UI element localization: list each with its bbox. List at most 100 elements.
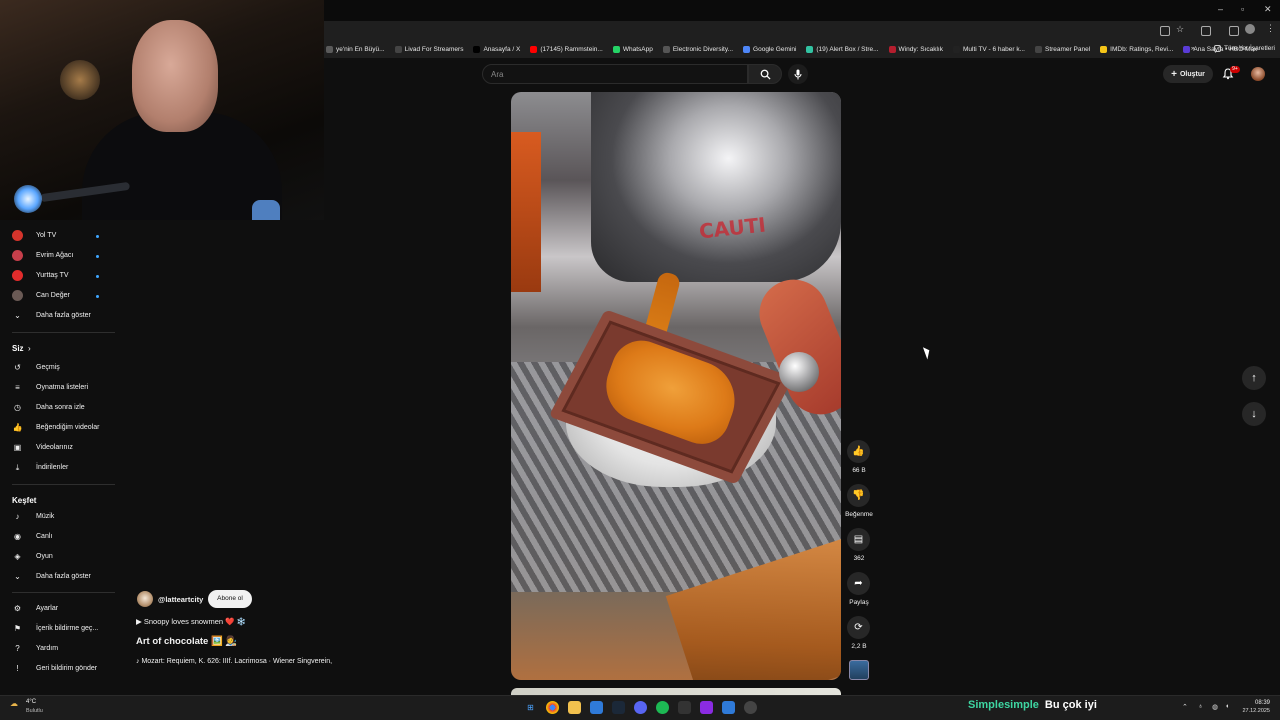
app-icon-3[interactable] [722,701,735,714]
sidebar-item[interactable]: ♪ Müzik [0,507,118,527]
sidebar-item-label: Geri bildirim gönder [36,665,98,672]
minimize-icon[interactable]: – [1218,4,1223,14]
tray-expand-icon[interactable]: ⌃ [1182,703,1188,711]
subscribe-button[interactable]: Abone ol [208,590,252,608]
bookmark-favicon-icon [1100,46,1108,53]
sidebar-item[interactable]: ≡ Oynatma listeleri [0,378,118,398]
bookmark-item[interactable]: Livad For Streamers [394,46,464,53]
bookmark-item[interactable]: (17145) Rammstein... [530,46,603,53]
close-icon[interactable]: ✕ [1264,4,1272,15]
bookmark-favicon-icon [888,46,896,53]
sidebar-item-label: İçerik bildirme geç... [36,625,99,632]
sidebar-channel[interactable]: Yol TV [0,226,118,246]
bookmark-label: Livad For Streamers [404,46,464,53]
user-avatar[interactable] [1251,67,1265,81]
channel-name[interactable]: @latteartcity [158,595,203,604]
sidebar-show-more[interactable]: ⌄ Daha fazla göster [0,567,118,587]
sidebar-item-label: Beğendiğim videolar [36,424,100,431]
bookmark-item[interactable]: (19) Alert Box / Stre... [806,46,879,53]
bookmark-label: ye'nin En Büyü... [336,46,385,53]
bookmark-item[interactable]: Streamer Panel [1034,46,1091,53]
maximize-icon[interactable]: ▫ [1241,4,1244,14]
app-icon-4[interactable] [744,701,757,714]
clock-time[interactable]: 08:39 [1240,700,1270,706]
bookmark-item[interactable]: Windy: Sıcaklık [888,46,943,53]
previous-short-button[interactable]: ↑ [1242,366,1266,390]
folder-icon[interactable] [568,701,581,714]
video-description[interactable]: ▶ Snoopy loves snowmen ❤️ ❄️ [136,617,246,626]
overlay-username: Simplesimple [968,699,1039,711]
bookmark-item[interactable]: IMDb: Ratings, Revi... [1100,46,1173,53]
sidebar-item[interactable]: ⚑ İçerik bildirme geç... [0,619,118,639]
bookmark-label: Streamer Panel [1044,46,1091,53]
extensions-icon[interactable] [1201,26,1211,36]
network-icon[interactable]: ◍ [1212,703,1218,711]
app-icon-2[interactable] [700,701,713,714]
sidebar-channel[interactable]: Can Değer [0,286,118,306]
search-input[interactable]: Ara [482,64,748,84]
bookmark-label: Multi TV - 6 haber k... [962,46,1025,53]
cast-icon[interactable] [1160,26,1170,36]
channel-avatar-icon [12,250,23,261]
profile-icon[interactable] [1245,24,1255,34]
star-icon[interactable]: ☆ [1176,24,1184,35]
media-icon[interactable] [1229,26,1239,36]
sidebar-item[interactable]: ⤓ İndirilenler [0,458,118,478]
video-title[interactable]: Art of chocolate 🖼️ 👩‍🎨 [136,636,237,647]
all-bookmarks[interactable]: Tüm Yer İşaretleri [1214,45,1275,52]
bookmark-item[interactable]: WhatsApp [612,46,653,53]
next-short-button[interactable]: ↓ [1242,402,1266,426]
tray-mic-icon[interactable]: ♁ [1198,703,1203,710]
sidebar-channel[interactable]: Yurttaş TV [0,266,118,286]
channel-avatar[interactable] [137,591,153,607]
sidebar-item[interactable]: ◉ Canlı [0,527,118,547]
start-icon[interactable]: ⊞ [524,701,537,714]
like-button[interactable]: 👍 [847,440,870,463]
sidebar-item[interactable]: ▣ Videolarınız [0,438,118,458]
sound-thumbnail[interactable] [849,660,869,680]
sidebar-item[interactable]: ⚙ Ayarlar [0,599,118,619]
remix-button[interactable]: ⟳ [847,616,870,639]
app-icon-1[interactable] [590,701,603,714]
menu-dots-icon[interactable]: ⋮ [1266,23,1275,34]
voice-search-button[interactable] [788,64,808,84]
steam-icon[interactable] [612,701,625,714]
volume-icon[interactable]: ◖ [1225,703,1229,710]
sidebar-item[interactable]: ! Geri bildirim gönder [0,659,118,679]
sidebar-item[interactable]: ◈ Oyun [0,547,118,567]
bookmark-item[interactable]: Google Gemini [743,46,796,53]
sidebar-you-heading[interactable]: Siz [12,344,24,353]
discord-icon[interactable] [634,701,647,714]
bookmark-item[interactable]: Multi TV - 6 haber k... [952,46,1025,53]
bookmark-favicon-icon [1183,46,1191,53]
streamer-head [132,20,218,132]
sidebar-item-label: Geçmiş [36,364,60,371]
sidebar-item[interactable]: ? Yardım [0,639,118,659]
remix-count: 2,2 B [851,643,867,650]
comments-button[interactable]: ▤ [847,528,870,551]
spotify-icon[interactable] [656,701,669,714]
bookmarks-more-icon[interactable]: » [1191,45,1195,52]
weather-icon[interactable]: ☁ [10,699,18,708]
chrome-icon[interactable] [546,701,559,714]
video-music[interactable]: ♪ Mozart: Requiem, K. 626: IIIf. Lacrimo… [136,658,332,665]
share-button[interactable]: ➦ [847,572,870,595]
sidebar-item[interactable]: 👍 Beğendiğim videolar [0,418,118,438]
sidebar-item[interactable]: ◷ Daha sonra izle [0,398,118,418]
sidebar-item[interactable]: ↺ Geçmiş [0,358,118,378]
bookmark-item[interactable]: Electronic Diversity... [662,46,733,53]
bookmark-favicon-icon [530,46,538,53]
calculator-icon[interactable] [678,701,691,714]
shorts-video-player[interactable]: CAUTI [511,92,841,680]
create-button[interactable]: + Oluştur [1163,65,1213,83]
bookmark-item[interactable]: Anasayfa / X [473,46,520,53]
bookmark-favicon-icon [662,46,670,53]
search-button[interactable] [748,64,782,84]
dislike-button[interactable]: 👎 [847,484,870,507]
clock-date[interactable]: 27.12.2025 [1232,708,1270,714]
sidebar-channel[interactable]: Evrim Ağacı [0,246,118,266]
sidebar-show-more[interactable]: ⌄ Daha fazla göster [0,306,118,326]
bookmark-item[interactable]: ye'nin En Büyü... [326,46,385,53]
webcam-overlay [0,0,324,220]
live-indicator-icon [96,255,99,258]
